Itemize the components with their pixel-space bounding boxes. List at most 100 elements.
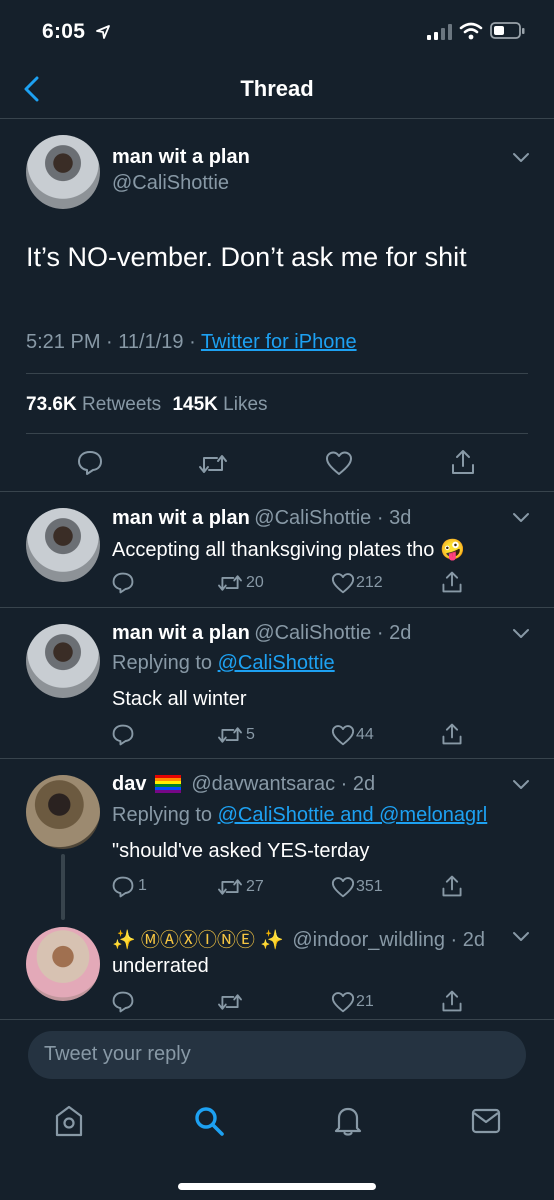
chevron-down-icon[interactable]: [512, 152, 530, 164]
author-name[interactable]: dav: [112, 773, 146, 795]
avatar[interactable]: [26, 775, 100, 849]
like-count: 44: [356, 726, 374, 743]
tweet-time: 5:21 PM: [26, 331, 101, 353]
chevron-down-icon[interactable]: [512, 931, 530, 943]
chevron-down-icon[interactable]: [512, 628, 530, 640]
tweet-stats: 73.6K Retweets 145K Likes: [26, 394, 268, 416]
like-icon[interactable]: [331, 876, 355, 898]
battery-icon: [490, 21, 526, 41]
like-count: 351: [356, 878, 383, 895]
replying-to-label: Replying to: [112, 804, 213, 826]
reply-icon[interactable]: [111, 571, 135, 595]
avatar[interactable]: [26, 927, 100, 1001]
header-divider: [0, 118, 554, 119]
reply-divider: [0, 758, 554, 759]
like-count: 212: [356, 574, 383, 591]
messages-icon[interactable]: [471, 1108, 501, 1134]
thread-connector: [61, 854, 65, 920]
retweet-icon[interactable]: [217, 876, 243, 898]
tweet-text: Accepting all thanksgiving plates tho 🤪: [112, 537, 465, 562]
reply-header: ✨ ⓂⒶⓍⒾⓃⒺ ✨ @indoor_wildling · 2d: [112, 929, 485, 951]
retweet-count: 20: [246, 574, 264, 591]
retweet-icon[interactable]: [217, 991, 243, 1013]
tweet-text: Stack all winter: [112, 688, 247, 710]
avatar[interactable]: [26, 624, 100, 698]
author-handle[interactable]: @davwantsarac: [191, 773, 335, 795]
page-title: Thread: [240, 76, 314, 101]
tweet-meta: 5:21 PM · 11/1/19 · Twitter for iPhone: [26, 331, 357, 353]
thread-divider: [0, 491, 554, 492]
tweet-text: It’s NO-vember. Don’t ask me for shit: [26, 242, 467, 272]
retweets-count[interactable]: 73.6K: [26, 394, 77, 415]
status-bar: 6:05: [0, 0, 554, 62]
share-icon[interactable]: [440, 874, 464, 898]
replying-to-link[interactable]: @CaliShottie: [218, 652, 335, 674]
zany-face-emoji: 🤪: [439, 539, 465, 561]
author-name[interactable]: man wit a plan: [112, 146, 250, 169]
author-name[interactable]: man wit a plan: [112, 622, 250, 644]
retweet-icon[interactable]: [217, 572, 243, 594]
author-handle[interactable]: @indoor_wildling: [292, 929, 445, 951]
meta-divider: [26, 373, 528, 374]
reply-icon[interactable]: [111, 875, 135, 899]
likes-count[interactable]: 145K: [172, 394, 217, 415]
tweet-date: 11/1/19: [118, 331, 184, 353]
author-handle[interactable]: @CaliShottie: [254, 622, 371, 644]
author-handle[interactable]: @CaliShottie: [112, 172, 229, 195]
replying-to: Replying to @CaliShottie: [112, 652, 335, 675]
composer-divider: [0, 1019, 554, 1020]
stats-divider: [26, 433, 528, 434]
tweet-text: "should've asked YES-terday: [112, 840, 370, 862]
like-icon[interactable]: [331, 724, 355, 746]
status-time: 6:05: [42, 20, 86, 43]
wifi-icon: [459, 22, 483, 40]
like-count: 21: [356, 993, 374, 1010]
author-handle[interactable]: @CaliShottie: [254, 507, 371, 529]
share-icon[interactable]: [440, 570, 464, 594]
share-icon[interactable]: [449, 448, 477, 476]
retweet-icon[interactable]: [217, 724, 243, 746]
like-icon[interactable]: [331, 572, 355, 594]
replying-to: Replying to @CaliShottie and @melonagrl: [112, 804, 487, 827]
location-arrow-icon: [95, 24, 111, 40]
reply-count: 1: [138, 877, 147, 894]
like-icon[interactable]: [325, 450, 353, 476]
share-icon[interactable]: [440, 989, 464, 1013]
reply-icon[interactable]: [76, 449, 104, 477]
replying-to-label: Replying to: [112, 652, 213, 674]
author-name[interactable]: ✨ ⓂⒶⓍⒾⓃⒺ ✨: [112, 930, 284, 951]
retweet-icon[interactable]: [198, 451, 228, 477]
rainbow-flag-icon: [154, 775, 181, 794]
reply-header: dav @davwantsarac · 2d: [112, 773, 376, 795]
home-icon[interactable]: [54, 1104, 84, 1138]
avatar[interactable]: [26, 508, 100, 582]
tweet-text-content: Accepting all thanksgiving plates tho: [112, 539, 435, 561]
tweet-source-link[interactable]: Twitter for iPhone: [201, 331, 357, 353]
retweet-count: 5: [246, 726, 255, 743]
tweet-text: underrated: [112, 955, 209, 977]
tweet-age: 3d: [389, 507, 412, 529]
reply-input-placeholder: Tweet your reply: [44, 1043, 191, 1065]
reply-header: man wit a plan @CaliShottie · 3d: [112, 507, 412, 529]
reply-header: man wit a plan @CaliShottie · 2d: [112, 622, 412, 644]
tweet-age: 2d: [462, 929, 485, 951]
replying-to-link[interactable]: @CaliShottie and @melonagrl: [218, 804, 488, 826]
reply-divider: [0, 607, 554, 608]
tweet-age: 2d: [352, 773, 376, 795]
reply-icon[interactable]: [111, 723, 135, 747]
avatar[interactable]: [26, 135, 100, 209]
reply-icon[interactable]: [111, 990, 135, 1014]
chevron-down-icon[interactable]: [512, 512, 530, 524]
likes-label[interactable]: Likes: [223, 394, 267, 415]
retweets-label[interactable]: Retweets: [82, 394, 161, 415]
share-icon[interactable]: [440, 722, 464, 746]
author-name[interactable]: man wit a plan: [112, 507, 250, 529]
like-icon[interactable]: [331, 991, 355, 1013]
home-indicator: [178, 1183, 376, 1190]
cellular-signal-icon: [427, 24, 453, 40]
retweet-count: 27: [246, 878, 264, 895]
search-icon[interactable]: [193, 1105, 225, 1137]
chevron-down-icon[interactable]: [512, 779, 530, 791]
notifications-icon[interactable]: [333, 1104, 363, 1138]
tweet-age: 2d: [389, 622, 412, 644]
